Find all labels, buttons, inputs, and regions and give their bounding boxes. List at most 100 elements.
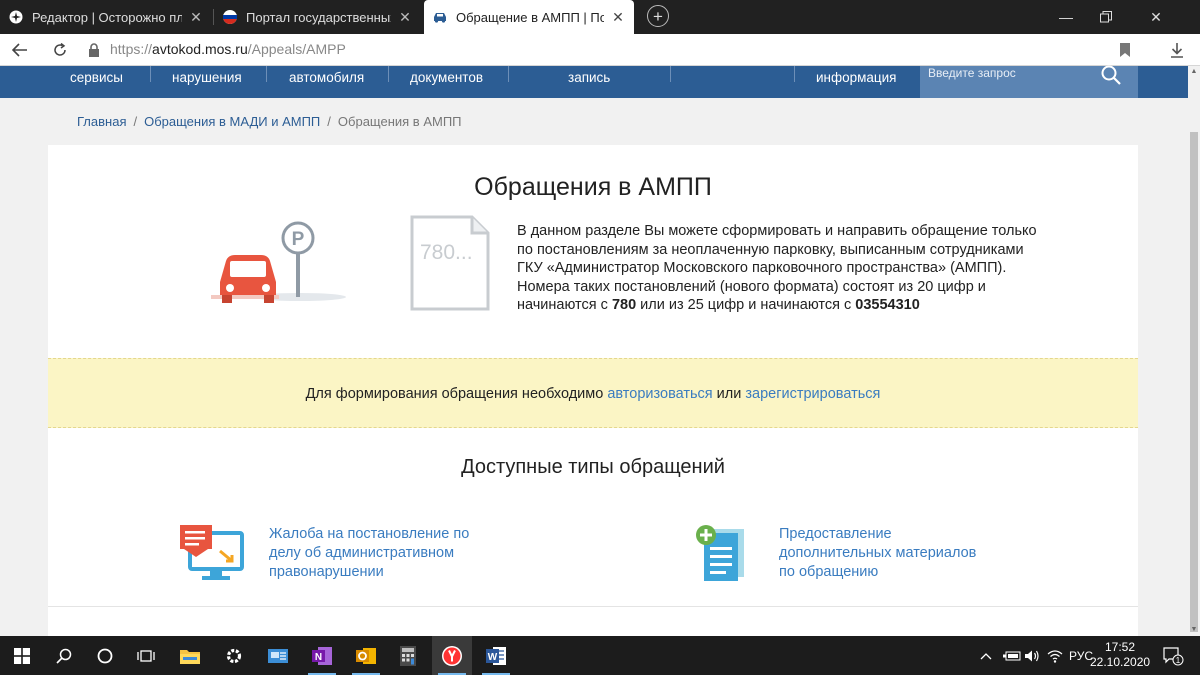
search-icon[interactable] — [44, 636, 84, 675]
breadcrumb-current: Обращения в АМПП — [337, 114, 462, 129]
tab-title: Портал государственных усл — [246, 9, 391, 25]
bookmark-icon[interactable] — [1118, 42, 1134, 58]
intro-number-780: 780 — [611, 297, 637, 313]
url-domain: avtokod.mos.ru — [152, 41, 248, 57]
taskbar-clock[interactable]: 17:52 22.10.2020 — [1090, 640, 1150, 670]
clock-date: 22.10.2020 — [1090, 655, 1151, 669]
nav-item-services[interactable]: сервисы — [70, 70, 123, 85]
card-divider — [48, 606, 1138, 607]
search-icon[interactable] — [1100, 64, 1122, 86]
minimize-icon[interactable]: — — [1046, 0, 1086, 34]
add-documents-icon — [694, 523, 748, 588]
appeal-type-complaint[interactable]: Жалоба на постановление по делу об админ… — [180, 523, 520, 585]
svg-text:N: N — [315, 652, 322, 663]
word-icon[interactable]: W — [476, 636, 516, 675]
breadcrumb-section-link[interactable]: Обращения в МАДИ и АМПП — [144, 114, 320, 129]
breadcrumb: Главная / Обращения в МАДИ и АМПП / Обращени… — [77, 114, 462, 129]
appeal-type-additional-materials[interactable]: Предоставление дополнительных материалов… — [694, 523, 1034, 585]
car-favicon-icon — [432, 9, 448, 25]
svg-text:W: W — [488, 652, 498, 663]
appeal-types-title: Доступные типы обращений — [461, 456, 725, 478]
nav-divider — [670, 66, 671, 82]
task-view-icon[interactable] — [126, 636, 166, 675]
complaint-label[interactable]: Жалоба на постановление по делу об админ… — [269, 525, 469, 582]
close-tab-icon[interactable]: ✕ — [397, 9, 413, 25]
notice-or: или — [712, 386, 746, 402]
browser-tab-editor[interactable]: Редактор | Осторожно плат ✕ — [0, 0, 212, 34]
close-tab-icon[interactable]: ✕ — [188, 9, 204, 25]
page-title: Обращения в АМПП — [474, 173, 712, 201]
content-card: Обращения в АМПП P 780... В данном разде… — [48, 145, 1138, 636]
download-icon[interactable] — [1170, 42, 1186, 58]
browser-tab-ampp[interactable]: Обращение в АМПП | Порта ✕ — [424, 0, 634, 34]
nav-divider — [150, 66, 151, 82]
complaint-label-line: Жалоба на постановление по — [269, 526, 470, 542]
breadcrumb-separator: / — [133, 114, 138, 129]
complaint-monitor-icon — [180, 523, 246, 588]
scroll-up-icon[interactable]: ▲ — [1188, 66, 1200, 78]
close-tab-icon[interactable]: ✕ — [610, 9, 626, 25]
intro-number-03554310: 03554310 — [855, 297, 920, 313]
nav-item-appointment[interactable]: запись — [568, 70, 610, 85]
nav-divider — [794, 66, 795, 82]
url-field[interactable]: https://avtokod.mos.ru/Appeals/AMPP — [110, 41, 346, 57]
resolution-document-illustration: 780... — [408, 215, 492, 311]
login-link[interactable]: авторизоваться — [607, 386, 712, 402]
page-scrollbar[interactable]: ▲ ▼ — [1188, 66, 1200, 636]
editor-favicon-icon — [8, 9, 24, 25]
svg-text:P: P — [292, 229, 305, 250]
url-path: /Appeals/AMPP — [247, 41, 346, 57]
browser-tab-strip: Редактор | Осторожно плат ✕ Портал госуд… — [0, 0, 1200, 34]
restore-icon[interactable] — [1086, 0, 1126, 34]
outlook-icon[interactable] — [346, 636, 386, 675]
additional-materials-label-line: по обращению — [779, 564, 879, 580]
breadcrumb-separator: / — [327, 114, 331, 129]
windows-start-icon[interactable] — [2, 636, 42, 675]
nav-divider — [266, 66, 267, 82]
intro-text-part-2: или из 25 цифр и начинаются с — [636, 297, 856, 313]
additional-materials-label-line: дополнительных материалов — [779, 545, 977, 561]
nav-divider — [388, 66, 389, 82]
russian-flag-icon — [222, 9, 238, 25]
cortana-icon[interactable] — [85, 636, 125, 675]
complaint-label-line: делу об административном — [269, 545, 455, 561]
intro-text: В данном разделе Вы можете сформировать … — [517, 222, 1047, 315]
nav-item-information[interactable]: информация — [816, 70, 897, 85]
scrollbar-thumb[interactable] — [1190, 132, 1198, 632]
breadcrumb-home-link[interactable]: Главная — [77, 114, 126, 129]
file-explorer-icon[interactable] — [170, 636, 210, 675]
calculator-icon[interactable] — [388, 636, 428, 675]
settings-gear-icon[interactable] — [214, 636, 254, 675]
action-center-icon[interactable]: 1 — [1162, 636, 1184, 675]
additional-materials-label[interactable]: Предоставление дополнительных материалов… — [779, 525, 976, 582]
complaint-label-line: правонарушении — [269, 564, 384, 580]
url-scheme: https:// — [110, 41, 153, 57]
yandex-browser-icon[interactable] — [432, 636, 472, 675]
register-link[interactable]: зарегистрироваться — [745, 386, 880, 402]
site-search-box — [920, 64, 1138, 98]
lock-icon[interactable] — [88, 43, 102, 57]
site-search-input[interactable] — [928, 66, 1098, 80]
nav-item-vehicle[interactable]: автомобиля — [289, 70, 364, 85]
volume-icon[interactable] — [1024, 636, 1040, 675]
back-arrow-icon[interactable] — [8, 38, 32, 62]
site-header-nav: сервисы нарушения автомобиля документов … — [0, 64, 1188, 98]
nav-item-violations[interactable]: нарушения — [172, 70, 242, 85]
scroll-down-icon[interactable]: ▼ — [1188, 624, 1200, 636]
auth-notice: Для формирования обращения необходимо ав… — [48, 358, 1138, 428]
notice-text: Для формирования обращения необходимо — [305, 386, 608, 402]
onenote-icon[interactable]: N — [302, 636, 342, 675]
clock-time: 17:52 — [1104, 640, 1136, 654]
windows-taskbar: N W РУС 17:52 22.10.2020 1 — [0, 636, 1200, 675]
close-window-icon[interactable]: ✕ — [1136, 0, 1176, 34]
reload-icon[interactable] — [48, 38, 72, 62]
parked-car-illustration: P — [208, 217, 348, 307]
show-hidden-icons[interactable] — [980, 636, 992, 675]
battery-icon[interactable] — [1003, 636, 1021, 675]
browser-tab-gosuslugi[interactable]: Портал государственных усл ✕ — [214, 0, 421, 34]
mail-app-icon[interactable] — [258, 636, 298, 675]
tab-title: Редактор | Осторожно плат — [32, 9, 182, 25]
nav-item-documents[interactable]: документов — [410, 70, 483, 85]
wifi-icon[interactable] — [1047, 636, 1063, 675]
new-tab-button[interactable]: + — [647, 5, 669, 27]
